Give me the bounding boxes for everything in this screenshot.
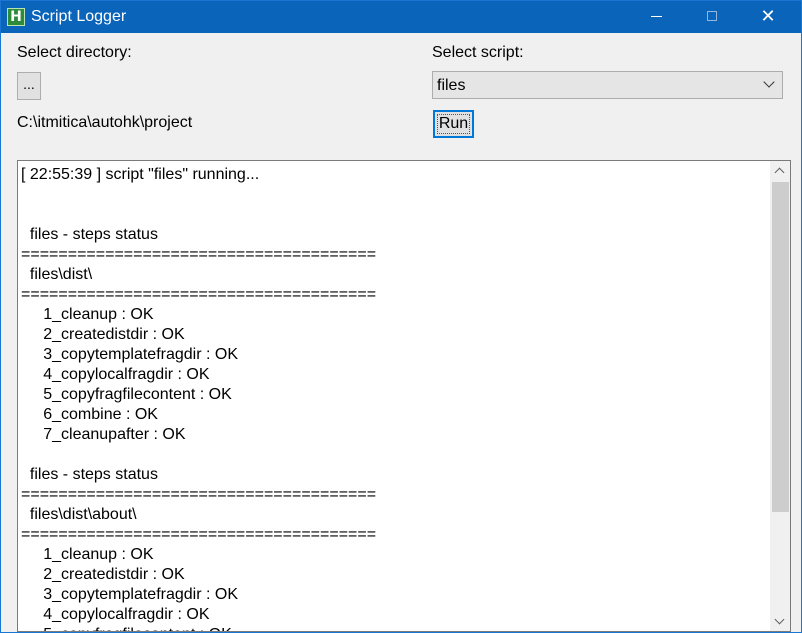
chevron-up-icon (774, 167, 785, 178)
scroll-down-button[interactable] (770, 613, 790, 631)
log-line: 4_copylocalfragdir : OK (21, 366, 210, 383)
select-directory-label: Select directory: (17, 44, 132, 61)
log-line: files\dist\ (21, 266, 93, 283)
log-line: ====================================== (21, 286, 377, 303)
log-line: 1_cleanup : OK (21, 306, 154, 323)
run-button[interactable]: Run (433, 110, 474, 138)
script-logger-window: H Script Logger ✕ Select directory: ... … (0, 0, 802, 633)
log-line: 3_copytemplatefragdir : OK (21, 346, 238, 363)
log-line: files - steps status (21, 226, 158, 243)
log-line: 2_createdistdir : OK (21, 566, 185, 583)
focus-rect (437, 114, 470, 134)
close-icon: ✕ (760, 6, 776, 27)
maximize-icon (707, 11, 717, 21)
log-line: ====================================== (21, 486, 377, 503)
log-line: files\dist\about\ (21, 506, 137, 523)
maximize-button[interactable] (689, 1, 735, 33)
chevron-down-icon (763, 76, 775, 88)
log-line: [ 22:55:39 ] script "files" running... (21, 166, 260, 183)
log-line: 1_cleanup : OK (21, 546, 154, 563)
directory-path: C:\itmitica\autohk\project (17, 114, 193, 131)
title-bar[interactable]: H Script Logger ✕ (1, 1, 801, 33)
log-line: ====================================== (21, 246, 377, 263)
select-script-label: Select script: (432, 44, 524, 61)
log-line: 6_combine : OK (21, 406, 158, 423)
chevron-down-icon (774, 614, 785, 625)
log-line: 3_copytemplatefragdir : OK (21, 586, 238, 603)
scroll-up-button[interactable] (770, 161, 790, 179)
log-line: 5_copyfragfilecontent : OK (21, 626, 232, 631)
minimize-icon (651, 16, 662, 17)
log-line: files - steps status (21, 466, 158, 483)
window-title: Script Logger (31, 8, 127, 25)
script-dropdown[interactable]: files (432, 71, 783, 99)
log-line: 2_createdistdir : OK (21, 326, 185, 343)
log-text: [ 22:55:39 ] script "files" running... f… (21, 165, 377, 631)
minimize-button[interactable] (633, 1, 679, 33)
log-line: ====================================== (21, 526, 377, 543)
scroll-thumb[interactable] (772, 182, 789, 512)
script-dropdown-value: files (437, 77, 466, 94)
browse-directory-button[interactable]: ... (17, 72, 41, 100)
log-line: 7_cleanupafter : OK (21, 426, 186, 443)
app-icon: H (7, 8, 25, 26)
log-scrollbar[interactable] (770, 161, 790, 631)
log-line: 5_copyfragfilecontent : OK (21, 386, 232, 403)
close-button[interactable]: ✕ (745, 1, 791, 33)
log-line: 4_copylocalfragdir : OK (21, 606, 210, 623)
log-output[interactable]: [ 22:55:39 ] script "files" running... f… (17, 160, 791, 632)
